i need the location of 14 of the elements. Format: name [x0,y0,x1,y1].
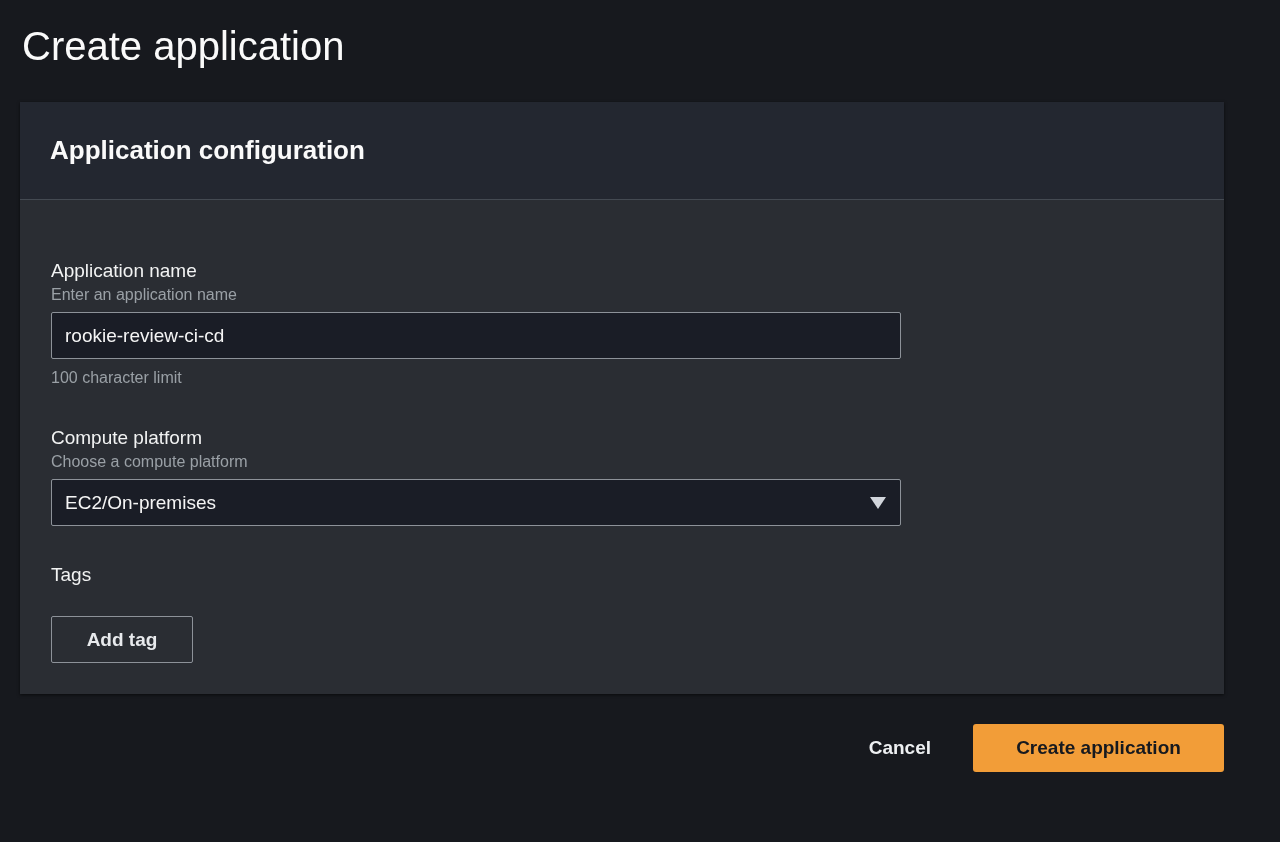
field-constraint: 100 character limit [51,368,183,388]
field-label: Application name [51,259,198,283]
field-label: Compute platform [51,426,203,450]
add-tag-button[interactable]: Add tag [51,616,193,663]
field-description: Choose a compute platform [51,452,249,472]
tags-label: Tags [51,563,92,587]
field-description: Enter an application name [51,285,238,305]
cancel-link[interactable]: Cancel [866,737,933,759]
create-button[interactable]: Create application [973,724,1224,772]
dropdown-field[interactable]: EC2/On-premises [51,479,901,526]
page-title: Create application [22,23,346,70]
panel-title: Application configuration [50,135,365,166]
input-field[interactable]: rookie-review-ci-cd [51,312,901,359]
caret-icon [870,496,886,509]
